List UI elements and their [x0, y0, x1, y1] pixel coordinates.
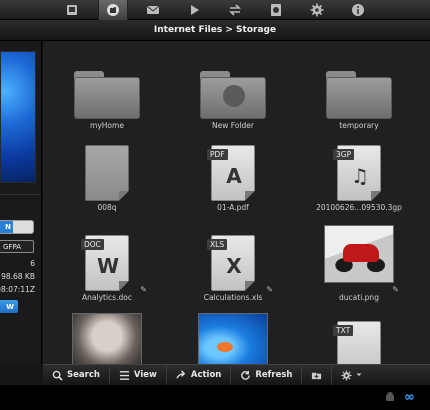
media-tab[interactable]	[179, 0, 209, 20]
info-icon	[352, 4, 364, 16]
files-icon	[107, 4, 119, 16]
file-item[interactable]: 3GP ♫ 20100626...09530.3gp	[299, 131, 419, 225]
app-status-icon: ∞	[404, 390, 415, 405]
file-name: 008q	[97, 203, 117, 212]
pdf-file-icon: PDF A	[207, 145, 255, 201]
detail-line-count: 6	[30, 259, 35, 268]
search-icon	[52, 370, 63, 381]
transfer-tab[interactable]	[220, 0, 250, 20]
search-button[interactable]: Search	[43, 364, 110, 386]
file-item[interactable]: ✎ ducati.png	[299, 221, 419, 315]
file-glyph: W	[96, 254, 120, 278]
play-icon	[191, 5, 199, 15]
new-folder-icon	[312, 372, 322, 379]
action-button[interactable]: Action	[167, 364, 232, 386]
transfer-icon	[229, 4, 241, 16]
toggle-switch[interactable]: N	[0, 220, 34, 234]
gear-icon	[341, 369, 352, 381]
file-type-badge: DOC	[81, 239, 104, 250]
breadcrumb: Internet Files > Storage	[153, 25, 277, 35]
image-thumbnail	[324, 225, 394, 283]
file-item[interactable]: temporary	[299, 49, 419, 143]
settings-tab[interactable]	[302, 0, 332, 20]
file-icon	[85, 145, 129, 201]
file-item[interactable]: TXT	[299, 313, 419, 364]
system-bar: ∞	[0, 385, 430, 410]
toggle-on-label: N	[0, 221, 13, 233]
left-footer	[0, 364, 43, 385]
file-type-badge: PDF	[207, 149, 228, 160]
web-folder-icon	[200, 71, 266, 119]
apps-icon	[271, 4, 281, 16]
divider	[0, 194, 41, 195]
image-thumbnail	[72, 313, 142, 364]
file-item[interactable]: myHome	[47, 49, 167, 143]
folder-icon	[326, 71, 392, 119]
refresh-button[interactable]: Refresh	[231, 364, 303, 386]
list-icon	[119, 370, 129, 380]
image-thumbnail	[198, 313, 268, 364]
file-item[interactable]: 008q	[47, 131, 167, 225]
detail-button[interactable]: W	[0, 300, 18, 313]
file-type-badge: XLS	[207, 239, 228, 250]
view-button[interactable]: View	[110, 364, 167, 386]
refresh-label: Refresh	[255, 370, 293, 380]
file-name: 20100626...09530.3gp	[316, 203, 402, 212]
file-glyph: A	[226, 164, 242, 188]
chevron-down-icon	[356, 373, 362, 376]
file-item[interactable]: XLS X ✎ Calculations.xls	[173, 221, 293, 315]
text-file-icon: TXT	[333, 321, 381, 364]
audio-file-icon: 3GP ♫	[333, 145, 381, 201]
file-type-badge: TXT	[333, 325, 354, 336]
title-bar: Internet Files > Storage	[0, 20, 430, 41]
file-item[interactable]: New Folder	[173, 49, 293, 143]
refresh-icon	[241, 370, 251, 380]
file-type-badge: 3GP	[333, 149, 355, 160]
file-name: 01-A.pdf	[217, 203, 249, 212]
file-name: Analytics.doc	[82, 293, 132, 302]
details-pane: N GFPA 6 98.68 KB 08:07:11Z W	[0, 41, 42, 364]
sms-icon	[146, 5, 160, 14]
preview-thumbnail	[0, 51, 36, 183]
file-item[interactable]	[173, 313, 293, 364]
sms-tab[interactable]	[138, 0, 168, 20]
file-item[interactable]: PDF A 01-A.pdf	[173, 131, 293, 225]
view-label: View	[133, 370, 157, 380]
spreadsheet-file-icon: XLS X	[207, 235, 255, 291]
settings-icon	[310, 3, 324, 17]
file-name: temporary	[339, 121, 379, 130]
file-glyph: ♫	[351, 164, 369, 188]
file-glyph: X	[226, 254, 242, 278]
detail-line-date: 08:07:11Z	[0, 285, 35, 294]
screenshot-icon	[67, 5, 77, 15]
files-tab[interactable]	[98, 0, 128, 20]
info-tab[interactable]	[343, 0, 373, 20]
action-label: Action	[190, 370, 222, 380]
android-icon	[386, 392, 394, 401]
detail-line-size: 98.68 KB	[1, 272, 35, 281]
search-label: Search	[67, 370, 100, 380]
top-tab-bar	[0, 0, 430, 20]
word-file-icon: DOC W	[81, 235, 129, 291]
bottom-toolbar: Search View Action Refresh	[43, 364, 430, 386]
detail-field[interactable]: GFPA	[0, 240, 34, 253]
file-name: myHome	[90, 121, 124, 130]
file-name: Calculations.xls	[203, 293, 263, 302]
file-name: New Folder	[212, 121, 254, 130]
settings-menu-button[interactable]	[332, 365, 371, 386]
file-item[interactable]	[47, 313, 167, 364]
apps-tab[interactable]	[261, 0, 291, 20]
arrow-icon	[176, 369, 186, 379]
file-name: ducati.png	[339, 293, 379, 302]
screenshot-tab[interactable]	[57, 0, 87, 20]
folder-icon	[74, 71, 140, 119]
new-folder-button[interactable]	[302, 364, 333, 386]
file-item[interactable]: DOC W ✎ Analytics.doc	[47, 221, 167, 315]
file-grid: myHome New Folder temporary 008q PDF A 0…	[43, 41, 430, 364]
